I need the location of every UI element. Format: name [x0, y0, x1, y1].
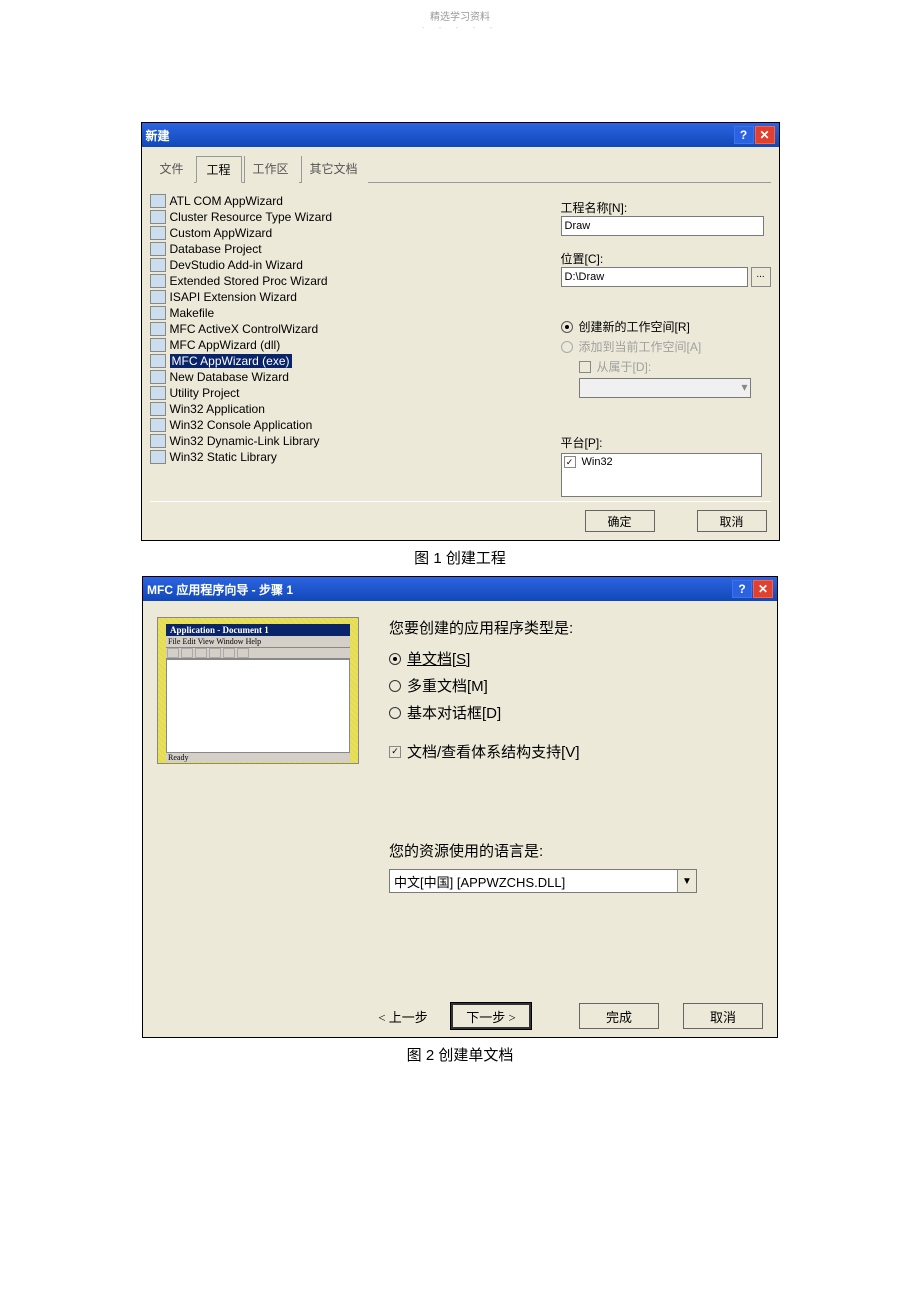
radio-multi-doc-label: 多重文档[M] — [407, 675, 488, 696]
list-item[interactable]: Extended Stored Proc Wizard — [170, 274, 328, 288]
location-input[interactable] — [561, 267, 748, 287]
preview-toolbar — [166, 648, 350, 659]
project-icon — [150, 418, 166, 432]
page-header: 精选学习资料 — [0, 8, 920, 23]
list-item[interactable]: Custom AppWizard — [170, 226, 273, 240]
preview-canvas — [166, 659, 350, 753]
new-project-dialog: 新建 ? ✕ 文件 工程 工作区 其它文档 ATL COM AppWizard … — [141, 122, 780, 541]
cancel-button[interactable]: 取消 — [683, 1003, 763, 1029]
checkbox-docview-support[interactable]: ✓文档/查看体系结构支持[V] — [389, 741, 763, 762]
page-header-sub: - - - - - — [0, 23, 920, 32]
close-icon[interactable]: ✕ — [755, 126, 775, 144]
radio-multi-doc[interactable]: 多重文档[M] — [389, 675, 763, 696]
checkbox-win32[interactable]: ✓ — [564, 456, 576, 468]
dialog1-title: 新建 — [146, 127, 733, 144]
project-icon — [150, 322, 166, 336]
list-item[interactable]: ATL COM AppWizard — [170, 194, 283, 208]
chevron-down-icon: ▼ — [677, 870, 696, 892]
preview-statusbar: Ready — [166, 753, 350, 762]
project-type-list[interactable]: ATL COM AppWizard Cluster Resource Type … — [150, 189, 551, 501]
project-icon — [150, 402, 166, 416]
close-icon[interactable]: ✕ — [753, 580, 773, 598]
location-label: 位置[C]: — [561, 250, 771, 267]
checkbox-dependency: 从属于[D]: — [579, 358, 771, 375]
language-question: 您的资源使用的语言是: — [389, 840, 763, 861]
project-icon — [150, 258, 166, 272]
tab-bar: 文件 工程 工作区 其它文档 — [150, 149, 771, 183]
project-icon — [150, 226, 166, 240]
checkbox-dependency-label: 从属于[D]: — [597, 358, 652, 375]
dialog2-title: MFC 应用程序向导 - 步骤 1 — [147, 581, 731, 598]
radio-single-doc-label: 单文档[S] — [407, 648, 470, 669]
mfc-wizard-dialog: MFC 应用程序向导 - 步骤 1 ? ✕ Application - Docu… — [142, 576, 778, 1038]
list-item[interactable]: Utility Project — [170, 386, 240, 400]
list-item[interactable]: Database Project — [170, 242, 262, 256]
next-button[interactable]: 下一步 > — [451, 1003, 531, 1029]
project-icon — [150, 450, 166, 464]
project-icon — [150, 370, 166, 384]
language-value: 中文[中国] [APPWZCHS.DLL] — [394, 872, 565, 891]
list-item[interactable]: Cluster Resource Type Wizard — [170, 210, 333, 224]
radio-dialog-based-label: 基本对话框[D] — [407, 702, 501, 723]
platform-list[interactable]: ✓ Win32 — [561, 453, 762, 497]
finish-button[interactable]: 完成 — [579, 1003, 659, 1029]
project-icon — [150, 306, 166, 320]
project-name-label: 工程名称[N]: — [561, 199, 771, 216]
project-icon — [150, 354, 166, 368]
project-icon — [150, 274, 166, 288]
help-icon[interactable]: ? — [734, 126, 754, 144]
list-item-selected[interactable]: MFC AppWizard (exe) — [170, 354, 292, 368]
figure1-caption: 图 1 创建工程 — [0, 547, 920, 568]
dependency-dropdown — [579, 378, 751, 398]
help-icon[interactable]: ? — [732, 580, 752, 598]
list-item[interactable]: DevStudio Add-in Wizard — [170, 258, 303, 272]
radio-new-workspace[interactable]: 创建新的工作空间[R] — [561, 318, 771, 335]
project-icon — [150, 210, 166, 224]
list-item[interactable]: Win32 Dynamic-Link Library — [170, 434, 320, 448]
list-item[interactable]: Win32 Static Library — [170, 450, 277, 464]
preview-titlebar: Application - Document 1 — [166, 624, 350, 636]
platform-item: Win32 — [582, 456, 613, 468]
radio-add-workspace: 添加到当前工作空间[A] — [561, 338, 771, 355]
tab-files[interactable]: 文件 — [150, 156, 194, 183]
radio-single-doc[interactable]: 单文档[S] — [389, 648, 763, 669]
language-dropdown[interactable]: 中文[中国] [APPWZCHS.DLL] ▼ — [389, 869, 697, 893]
back-button[interactable]: < 上一步 — [363, 1003, 443, 1029]
app-type-question: 您要创建的应用程序类型是: — [389, 617, 763, 638]
project-icon — [150, 194, 166, 208]
project-name-input[interactable] — [561, 216, 764, 236]
list-item[interactable]: MFC AppWizard (dll) — [170, 338, 281, 352]
browse-button[interactable]: ... — [751, 267, 771, 287]
project-icon — [150, 242, 166, 256]
platform-label: 平台[P]: — [561, 434, 771, 451]
tab-projects[interactable]: 工程 — [196, 156, 242, 183]
project-icon — [150, 434, 166, 448]
list-item[interactable]: New Database Wizard — [170, 370, 289, 384]
list-item[interactable]: Makefile — [170, 306, 215, 320]
checkbox-docview-label: 文档/查看体系结构支持[V] — [407, 741, 580, 762]
radio-add-workspace-label: 添加到当前工作空间[A] — [579, 338, 702, 355]
radio-dialog-based[interactable]: 基本对话框[D] — [389, 702, 763, 723]
tab-other[interactable]: 其它文档 — [301, 156, 368, 183]
list-item[interactable]: Win32 Console Application — [170, 418, 313, 432]
list-item[interactable]: MFC ActiveX ControlWizard — [170, 322, 319, 336]
project-icon — [150, 338, 166, 352]
figure2-caption: 图 2 创建单文档 — [0, 1044, 920, 1065]
radio-new-workspace-label: 创建新的工作空间[R] — [579, 318, 690, 335]
list-item[interactable]: Win32 Application — [170, 402, 265, 416]
tab-workspaces[interactable]: 工作区 — [244, 156, 299, 183]
ok-button[interactable]: 确定 — [585, 510, 655, 532]
project-icon — [150, 386, 166, 400]
cancel-button[interactable]: 取消 — [697, 510, 767, 532]
project-icon — [150, 290, 166, 304]
preview-menubar: File Edit View Window Help — [166, 636, 350, 648]
list-item[interactable]: ISAPI Extension Wizard — [170, 290, 297, 304]
app-preview-image: Application - Document 1 File Edit View … — [157, 617, 359, 764]
